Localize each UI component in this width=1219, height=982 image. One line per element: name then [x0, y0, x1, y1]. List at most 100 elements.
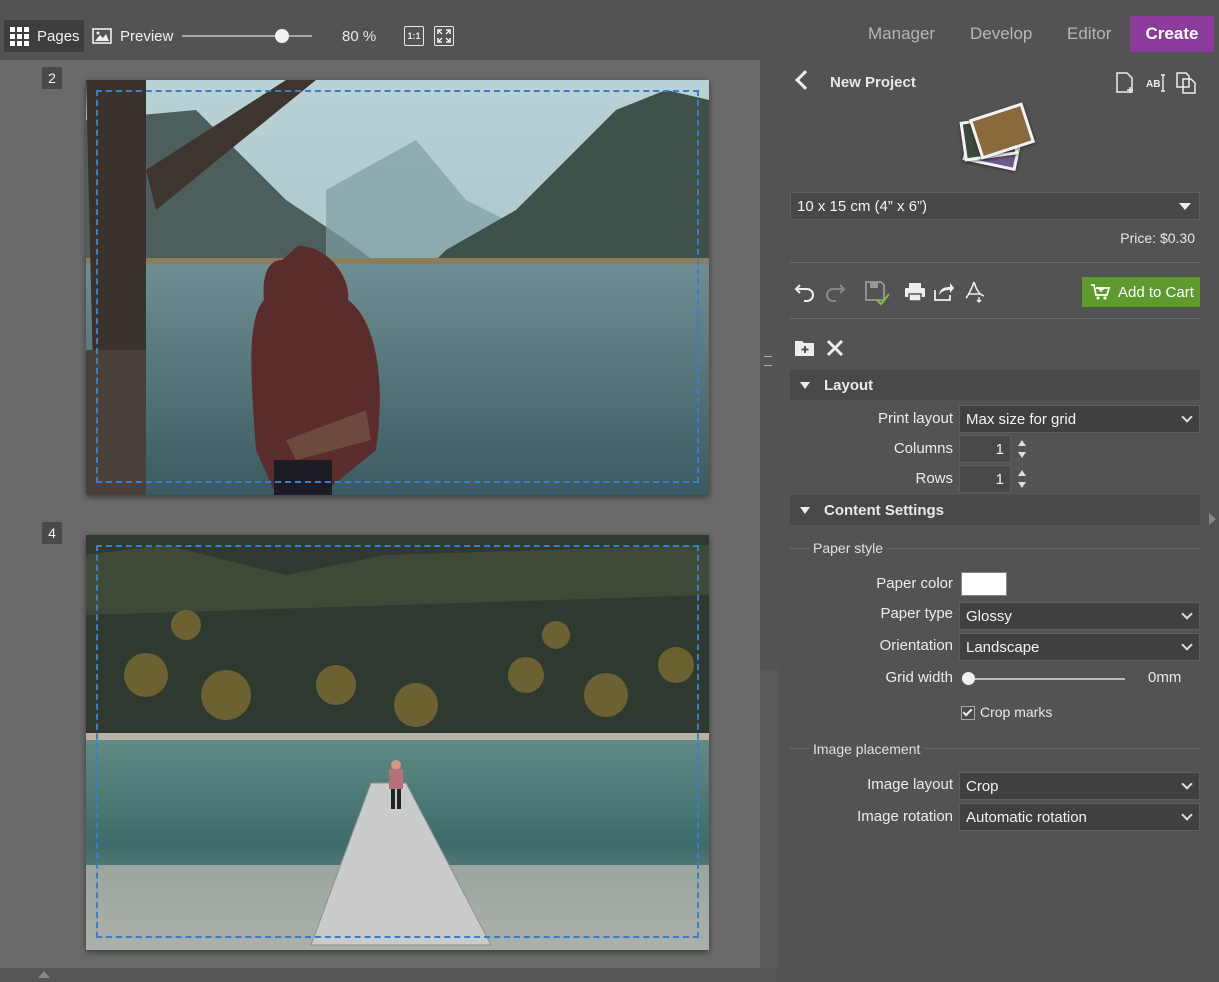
page-number: 4 — [42, 522, 62, 544]
image-layout-label: Image layout — [867, 776, 953, 793]
image-placement-group: Image placement — [809, 741, 925, 757]
preview-label: Preview — [120, 27, 174, 45]
image-rotation-select[interactable]: Automatic rotation — [959, 803, 1200, 831]
tab-develop[interactable]: Develop — [970, 24, 1032, 44]
create-panel: New Project AB 10 x 15 cm (4” x 6”) Pric… — [778, 60, 1219, 982]
product-thumbnail — [959, 102, 1036, 178]
layout-section-header[interactable]: Layout — [790, 370, 1200, 400]
chevron-down-icon — [1181, 809, 1193, 821]
chevron-down-icon — [1181, 778, 1193, 790]
layout-header-label: Layout — [824, 376, 874, 394]
grid-icon — [10, 26, 29, 46]
price-text: Price: $0.30 — [1120, 230, 1195, 246]
fit-to-screen-button[interactable] — [434, 26, 454, 46]
tab-editor[interactable]: Editor — [1067, 24, 1111, 44]
paper-color-swatch[interactable] — [961, 572, 1007, 596]
image-icon — [92, 28, 112, 44]
paper-type-label: Paper type — [880, 605, 953, 622]
product-size-value: 10 x 15 cm (4” x 6”) — [797, 197, 928, 215]
lake-woman-image — [86, 80, 709, 495]
export-pdf-icon[interactable] — [964, 280, 986, 304]
expand-up-icon[interactable] — [38, 971, 50, 978]
grid-width-slider-handle[interactable] — [962, 672, 975, 685]
divider — [790, 262, 1200, 263]
remove-icon[interactable] — [825, 338, 845, 358]
new-document-icon[interactable] — [1115, 72, 1135, 94]
print-layout-label: Print layout — [877, 410, 953, 427]
tab-manager[interactable]: Manager — [868, 24, 935, 44]
rows-label: Rows — [915, 470, 953, 487]
image-layout-value: Crop — [966, 777, 999, 795]
crop-marks-label: Crop marks — [980, 704, 1053, 720]
redo-icon[interactable] — [824, 280, 846, 302]
rows-input[interactable]: 1 — [959, 465, 1011, 493]
chevron-down-icon — [1181, 639, 1193, 651]
add-folder-icon[interactable] — [794, 338, 816, 358]
divider — [790, 318, 1200, 319]
page-number: 2 — [42, 67, 62, 89]
photo-page-4[interactable] — [86, 535, 709, 950]
image-layout-select[interactable]: Crop — [959, 772, 1200, 800]
cart-icon — [1091, 284, 1110, 300]
project-title: New Project — [830, 74, 916, 91]
print-layout-select[interactable]: Max size for grid — [959, 405, 1200, 433]
share-icon[interactable] — [933, 282, 955, 302]
columns-input[interactable]: 1 — [959, 435, 1011, 463]
tab-create[interactable]: Create — [1130, 16, 1214, 52]
copy-pages-icon[interactable] — [1175, 72, 1197, 94]
back-arrow-icon[interactable] — [795, 70, 815, 90]
paper-color-label: Paper color — [876, 575, 953, 592]
columns-value: 1 — [995, 440, 1004, 458]
grid-width-unit: mm — [1156, 669, 1182, 686]
page-workspace: 2 4 — [0, 60, 760, 968]
print-layout-value: Max size for grid — [966, 410, 1077, 428]
rows-stepper[interactable] — [1018, 465, 1030, 493]
image-rotation-label: Image rotation — [857, 808, 953, 825]
add-to-cart-label: Add to Cart — [1118, 283, 1194, 301]
zoom-slider-handle[interactable] — [275, 29, 290, 43]
photo-page-2[interactable] — [86, 80, 709, 495]
grid-width-slider-track[interactable] — [968, 678, 1125, 680]
paper-type-select[interactable]: Glossy — [959, 602, 1200, 630]
fit-screen-icon — [437, 29, 451, 43]
orientation-select[interactable]: Landscape — [959, 633, 1200, 661]
undo-icon[interactable] — [794, 280, 816, 302]
add-to-cart-button[interactable]: Add to Cart — [1082, 277, 1200, 307]
pages-button[interactable]: Pages — [4, 20, 84, 52]
pages-label: Pages — [37, 27, 80, 45]
svg-text:AB: AB — [1146, 79, 1160, 90]
content-settings-label: Content Settings — [824, 501, 944, 519]
lake-pier-image — [86, 535, 709, 950]
paper-type-value: Glossy — [966, 607, 1012, 625]
orientation-value: Landscape — [966, 638, 1040, 656]
grid-width-label: Grid width — [885, 669, 953, 686]
product-size-select[interactable]: 10 x 15 cm (4” x 6”) — [790, 192, 1200, 220]
preview-button[interactable]: Preview — [92, 20, 173, 52]
orientation-label: Orientation — [879, 637, 953, 654]
checkmark-icon — [962, 706, 973, 717]
collapse-panel-arrow-icon[interactable] — [1209, 513, 1216, 525]
chevron-down-icon — [1181, 608, 1193, 620]
filmstrip-toggle-bar[interactable] — [0, 968, 778, 982]
content-settings-header[interactable]: Content Settings — [790, 495, 1200, 525]
collapse-triangle-icon — [800, 381, 810, 389]
top-toolbar: Pages Preview 80 % 1:1 Manager Develop E… — [0, 0, 1219, 60]
columns-stepper[interactable] — [1018, 435, 1030, 463]
text-field-icon[interactable]: AB — [1145, 73, 1167, 93]
dropdown-arrow-icon — [1179, 203, 1191, 210]
crop-marks-checkbox[interactable] — [961, 706, 975, 720]
chevron-down-icon — [1181, 411, 1193, 423]
print-icon[interactable] — [904, 282, 926, 302]
actual-size-label: 1:1 — [407, 31, 421, 41]
columns-label: Columns — [893, 440, 953, 457]
rows-value: 1 — [995, 470, 1004, 488]
actual-size-button[interactable]: 1:1 — [404, 26, 424, 46]
splitter-grip-icon[interactable] — [764, 356, 772, 366]
paper-style-group: Paper style — [809, 540, 888, 556]
grid-width-readout: 0mm — [1148, 669, 1181, 686]
workspace-scrollbar[interactable] — [760, 60, 778, 670]
zoom-slider-track[interactable] — [182, 35, 312, 37]
save-icon[interactable] — [864, 280, 890, 306]
zoom-value: 80 % — [342, 28, 377, 45]
collapse-triangle-icon — [800, 506, 810, 514]
